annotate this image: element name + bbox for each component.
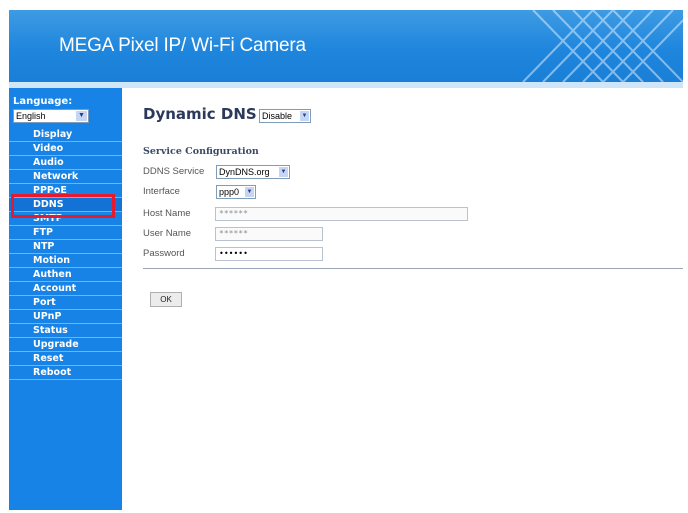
ok-button[interactable]: OK [150,292,182,307]
ddns-enable-select[interactable]: Disable ▼ [259,109,311,123]
main-content: Dynamic DNS Disable ▼ Service Configurat… [122,88,683,510]
decorative-pattern [522,10,683,82]
section-title: Service Configuration [143,146,259,157]
password-field[interactable]: •••••• [215,247,323,261]
interface-label: Interface [143,186,180,197]
chevron-down-icon[interactable]: ▼ [245,187,254,197]
divider [143,268,683,269]
sidebar-item-authen[interactable]: Authen [9,268,122,282]
sidebar-item-reboot[interactable]: Reboot [9,366,122,380]
user-name-label: User Name [143,228,192,239]
sidebar-item-ftp[interactable]: FTP [9,226,122,240]
sidebar-item-smtp[interactable]: SMTP [9,212,122,226]
sidebar-item-account[interactable]: Account [9,282,122,296]
chevron-down-icon[interactable]: ▼ [279,167,288,177]
page-title: Dynamic DNS [143,105,257,123]
sidebar-item-display[interactable]: Display [9,128,122,142]
sidebar-item-port[interactable]: Port [9,296,122,310]
sidebar-item-audio[interactable]: Audio [9,156,122,170]
ddns-enable-value: Disable [262,111,293,121]
chevron-down-icon[interactable]: ▼ [76,111,87,121]
language-label: Language: [13,96,73,107]
ddns-service-value: DynDNS.org [219,167,270,177]
interface-select[interactable]: ppp0 ▼ [216,185,256,199]
header-banner: MEGA Pixel IP/ Wi-Fi Camera [9,10,683,88]
password-label: Password [143,248,185,259]
camera-web-ui: MEGA Pixel IP/ Wi-Fi Camera Language: En… [9,10,683,510]
sidebar-item-reset[interactable]: Reset [9,352,122,366]
language-select[interactable]: English ▼ [13,109,89,123]
host-name-label: Host Name [143,208,191,219]
sidebar-item-ntp[interactable]: NTP [9,240,122,254]
interface-value: ppp0 [219,187,240,197]
sidebar-item-motion[interactable]: Motion [9,254,122,268]
host-name-field[interactable]: ****** [215,207,468,221]
sidebar-item-ddns[interactable]: DDNS [9,198,122,212]
language-value: English [16,111,46,121]
sidebar-menu: Display Video Audio Network PPPoE DDNS S… [9,128,122,380]
chevron-down-icon[interactable]: ▼ [300,111,309,121]
sidebar: Language: English ▼ Display Video Audio … [9,88,122,510]
sidebar-item-pppoe[interactable]: PPPoE [9,184,122,198]
app-title: MEGA Pixel IP/ Wi-Fi Camera [59,35,306,56]
sidebar-item-upnp[interactable]: UPnP [9,310,122,324]
user-name-field[interactable]: ****** [215,227,323,241]
sidebar-item-video[interactable]: Video [9,142,122,156]
sidebar-item-status[interactable]: Status [9,324,122,338]
sidebar-item-upgrade[interactable]: Upgrade [9,338,122,352]
sidebar-item-network[interactable]: Network [9,170,122,184]
ddns-service-select[interactable]: DynDNS.org ▼ [216,165,290,179]
ddns-service-label: DDNS Service [143,166,205,177]
